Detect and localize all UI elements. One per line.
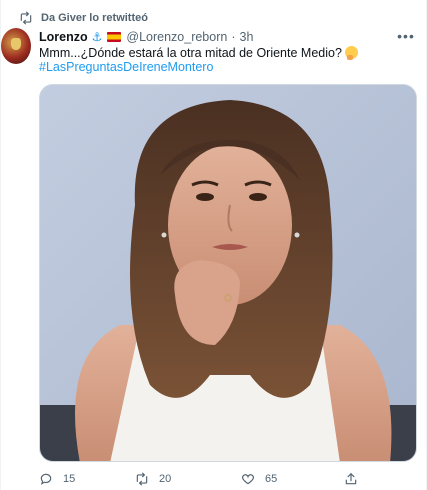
share-icon <box>345 473 357 485</box>
photo-illustration <box>40 85 416 461</box>
tweet-photo[interactable] <box>39 84 417 462</box>
tweet-card[interactable]: Da Giver lo retwitteó Lorenzo ⚓ @Lorenzo… <box>0 0 427 490</box>
reply-icon <box>40 473 52 485</box>
retweet-count: 20 <box>159 473 172 485</box>
like-button[interactable]: 65 <box>241 469 277 489</box>
retweet-icon <box>136 472 148 486</box>
spain-flag-icon <box>107 32 122 42</box>
action-bar: 15 20 65 <box>39 469 419 489</box>
separator: · <box>231 30 236 44</box>
anchor-icon: ⚓ <box>91 30 103 44</box>
share-button[interactable] <box>344 469 358 489</box>
retweet-icon <box>20 11 32 25</box>
like-count: 65 <box>265 473 278 485</box>
hashtag-link[interactable]: #LasPreguntasDeIreneMontero <box>39 60 213 74</box>
tweet-text-body: Mmm...¿Dónde estará la otra mitad de Ori… <box>39 46 342 60</box>
retweet-context: Da Giver lo retwitteó <box>19 10 148 26</box>
author-name[interactable]: Lorenzo <box>39 30 88 44</box>
avatar[interactable] <box>1 28 31 64</box>
retweet-button[interactable]: 20 <box>135 469 171 489</box>
reply-count: 15 <box>63 473 76 485</box>
reply-button[interactable]: 15 <box>39 469 75 489</box>
thinking-face-icon <box>345 46 359 60</box>
timestamp[interactable]: 3h <box>240 30 254 44</box>
tweet-header: Lorenzo ⚓ @Lorenzo_reborn · 3h <box>39 29 253 45</box>
retweet-context-text: Da Giver lo retwitteó <box>41 12 148 24</box>
more-options-icon[interactable]: ••• <box>397 28 414 44</box>
heart-icon <box>242 474 254 485</box>
author-handle[interactable]: @Lorenzo_reborn <box>126 30 227 44</box>
